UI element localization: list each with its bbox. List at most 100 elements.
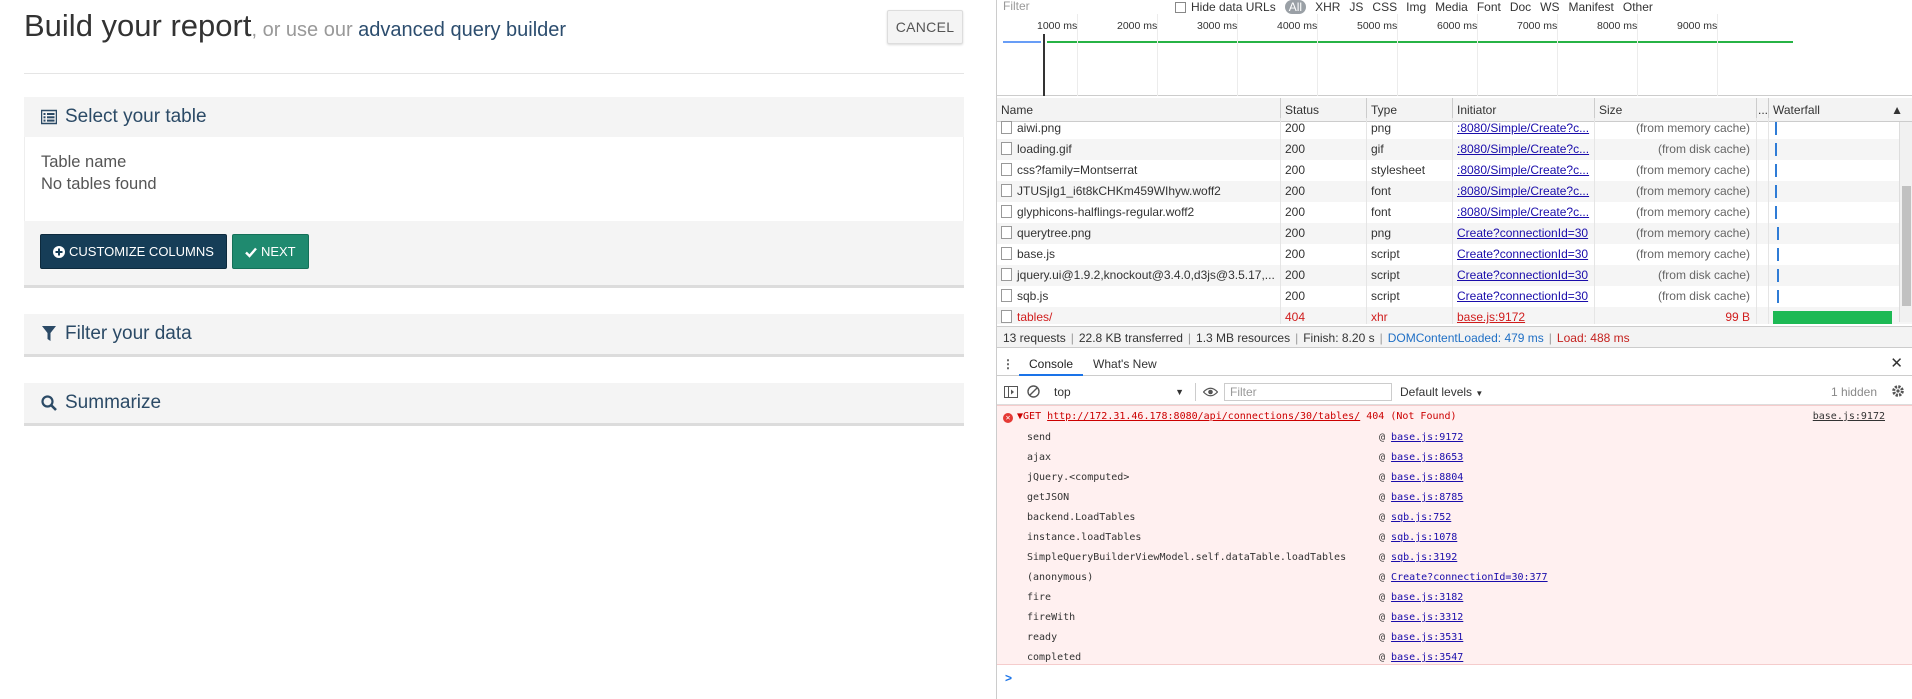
cell-name-text: querytree.png — [1017, 226, 1092, 240]
network-overview[interactable]: 1000 ms 2000 ms 3000 ms 4000 ms 5000 ms 6000 … — [997, 14, 1912, 96]
tab-whats-new[interactable]: What's New — [1083, 352, 1167, 376]
cell-name-text: tables/ — [1017, 310, 1053, 324]
stack-frame-link[interactable]: base.js:8653 — [1391, 452, 1463, 463]
eye-icon[interactable] — [1202, 384, 1218, 400]
cell-type-text: script — [1371, 247, 1400, 261]
filter-type-xhr[interactable]: XHR — [1315, 0, 1340, 14]
cell-name: aiwi.png — [997, 118, 1281, 139]
stack-frame-at: @ — [1379, 532, 1392, 543]
filter-type-ws[interactable]: WS — [1540, 0, 1559, 14]
network-scrollbar-thumb[interactable] — [1902, 186, 1911, 306]
cell-initiator[interactable]: base.js:9172 — [1453, 307, 1595, 324]
summarize-header[interactable]: Summarize — [24, 383, 964, 423]
network-row[interactable]: sqb.js 200 script Create?connectionId=30 (fr… — [997, 286, 1912, 307]
next-button[interactable]: NEXT — [231, 234, 309, 269]
log-levels-select[interactable]: Default levels ▼ — [1400, 385, 1483, 399]
cell-initiator[interactable]: :8080/Simple/Create?c... — [1453, 118, 1595, 139]
stack-frame-function: fireWith — [1027, 612, 1076, 623]
stack-frame-link[interactable]: Create?connectionId=30:377 — [1391, 572, 1548, 583]
gear-icon[interactable] — [1891, 384, 1905, 401]
advanced-query-builder-link[interactable]: advanced query builder — [358, 19, 566, 41]
stack-frame-function: (anonymous) — [1027, 572, 1094, 583]
cell-type-text: png — [1371, 226, 1392, 240]
cell-status: 200 — [1281, 265, 1367, 286]
network-row[interactable]: loading.gif 200 gif:8080/Simple/Create?c..… — [997, 139, 1912, 160]
cell-initiator[interactable]: Create?connectionId=30 — [1453, 286, 1595, 307]
waterfall-bar — [1775, 122, 1777, 135]
network-row[interactable]: JTUSjIg1_i6t8kCHKm459WIhyw.woff2 200 font:… — [997, 181, 1912, 202]
network-row[interactable]: aiwi.png 200 png:8080/Simple/Create?c... (f… — [997, 118, 1912, 139]
select-table-body: Table name No tables found — [24, 137, 964, 221]
cell-status-text: 200 — [1285, 163, 1306, 177]
network-row[interactable]: glyphicons-halflings-regular.woff2 200 fon… — [997, 202, 1912, 223]
summarize-panel: Summarize — [24, 383, 964, 426]
caret-down-icon: ▼ — [1475, 388, 1484, 398]
filter-type-media[interactable]: Media — [1435, 0, 1468, 14]
filter-type-img[interactable]: Img — [1406, 0, 1426, 14]
stack-frame-link[interactable]: base.js:3547 — [1391, 652, 1463, 663]
network-row[interactable]: tables/404 xhr base.js:9172 99 B — [997, 307, 1912, 324]
stack-frame-link[interactable]: base.js:3531 — [1391, 632, 1463, 643]
close-drawer-icon[interactable]: ✕ — [1890, 354, 1903, 372]
filter-type-doc[interactable]: Doc — [1510, 0, 1531, 14]
filter-header[interactable]: Filter your data — [24, 314, 964, 354]
stack-frame-link[interactable]: sqb.js:752 — [1391, 512, 1451, 523]
stack-frame-link[interactable]: base.js:9172 — [1391, 432, 1463, 443]
cell-name-text: sqb.js — [1017, 289, 1049, 303]
console-prompt[interactable]: > — [1005, 671, 1012, 685]
select-table-header[interactable]: Select your table — [24, 97, 964, 137]
image-file-icon — [1001, 142, 1012, 155]
stack-frame-link[interactable]: base.js:8804 — [1391, 472, 1463, 483]
network-filter-input[interactable]: Filter — [997, 0, 1165, 14]
drawer-menu-icon[interactable]: ⋮ — [997, 357, 1019, 371]
filter-type-font[interactable]: Font — [1477, 0, 1501, 14]
filter-type-manifest[interactable]: Manifest — [1569, 0, 1614, 14]
cell-type: png — [1367, 118, 1453, 139]
title-divider — [24, 73, 964, 74]
cell-initiator[interactable]: Create?connectionId=30 — [1453, 265, 1595, 286]
cell-initiator[interactable]: :8080/Simple/Create?c... — [1453, 139, 1595, 160]
network-row[interactable]: css?family=Montserrat 200 stylesheet:8080/… — [997, 160, 1912, 181]
cell-initiator[interactable]: :8080/Simple/Create?c... — [1453, 160, 1595, 181]
cell-type-text: script — [1371, 289, 1400, 303]
customize-columns-button[interactable]: CUSTOMIZE COLUMNS — [40, 234, 227, 269]
hide-data-urls-checkbox[interactable] — [1175, 1, 1186, 13]
stack-frame-at: @ — [1379, 452, 1392, 463]
execution-context-select[interactable]: top ▼ — [1051, 383, 1187, 401]
stack-frame-at: @ — [1379, 492, 1392, 503]
clear-console-icon[interactable] — [1025, 384, 1041, 400]
network-row[interactable]: querytree.png 200 png Create?connectionId=3… — [997, 223, 1912, 244]
filter-type-all[interactable]: All — [1284, 0, 1307, 14]
network-row[interactable]: base.js 200 script Create?connectionId=30 (f… — [997, 244, 1912, 265]
filter-type-css[interactable]: CSS — [1372, 0, 1397, 14]
tab-console[interactable]: Console — [1019, 352, 1084, 376]
cell-initiator[interactable]: Create?connectionId=30 — [1453, 223, 1595, 244]
stack-frame-link[interactable]: base.js:3182 — [1391, 592, 1463, 603]
stack-frame-link[interactable]: sqb.js:3192 — [1391, 552, 1457, 563]
error-url[interactable]: http://172.31.46.178:8080/api/connection… — [1047, 411, 1360, 422]
cell-more — [1757, 118, 1769, 139]
stack-frame-link[interactable]: sqb.js:1078 — [1391, 532, 1457, 543]
error-source-link[interactable]: base.js:9172 — [1813, 411, 1885, 422]
stack-frame-function: SimpleQueryBuilderViewModel.self.dataTab… — [1027, 552, 1347, 563]
stack-frame-at: @ — [1379, 512, 1392, 523]
filter-type-other[interactable]: Other — [1623, 0, 1653, 14]
stack-frame-link[interactable]: base.js:3312 — [1391, 612, 1463, 623]
filter-title: Filter your data — [65, 323, 192, 344]
cell-size: (from disk cache) — [1595, 286, 1757, 307]
cell-name: glyphicons-halflings-regular.woff2 — [997, 202, 1281, 223]
cancel-button[interactable]: CANCEL — [887, 10, 963, 44]
cell-initiator[interactable]: Create?connectionId=30 — [1453, 244, 1595, 265]
cell-initiator[interactable]: :8080/Simple/Create?c... — [1453, 202, 1595, 223]
console-filter-input[interactable]: Filter — [1224, 382, 1392, 401]
network-scrollbar[interactable] — [1899, 122, 1912, 322]
waterfall-bar — [1775, 164, 1777, 177]
stack-frame-link[interactable]: base.js:8785 — [1391, 492, 1463, 503]
file-icon — [1001, 163, 1012, 176]
network-row[interactable]: jquery.ui@1.9.2,knockout@3.4.0,d3js@3.5.… — [997, 265, 1912, 286]
error-summary-line[interactable]: ✕ ▼GET http://172.31.46.178:8080/api/conn… — [1003, 411, 1457, 423]
sidebar-toggle-icon[interactable] — [1003, 384, 1019, 400]
cell-initiator[interactable]: :8080/Simple/Create?c... — [1453, 181, 1595, 202]
column-waterfall-label: Waterfall — [1773, 103, 1820, 117]
filter-type-js[interactable]: JS — [1349, 0, 1363, 14]
